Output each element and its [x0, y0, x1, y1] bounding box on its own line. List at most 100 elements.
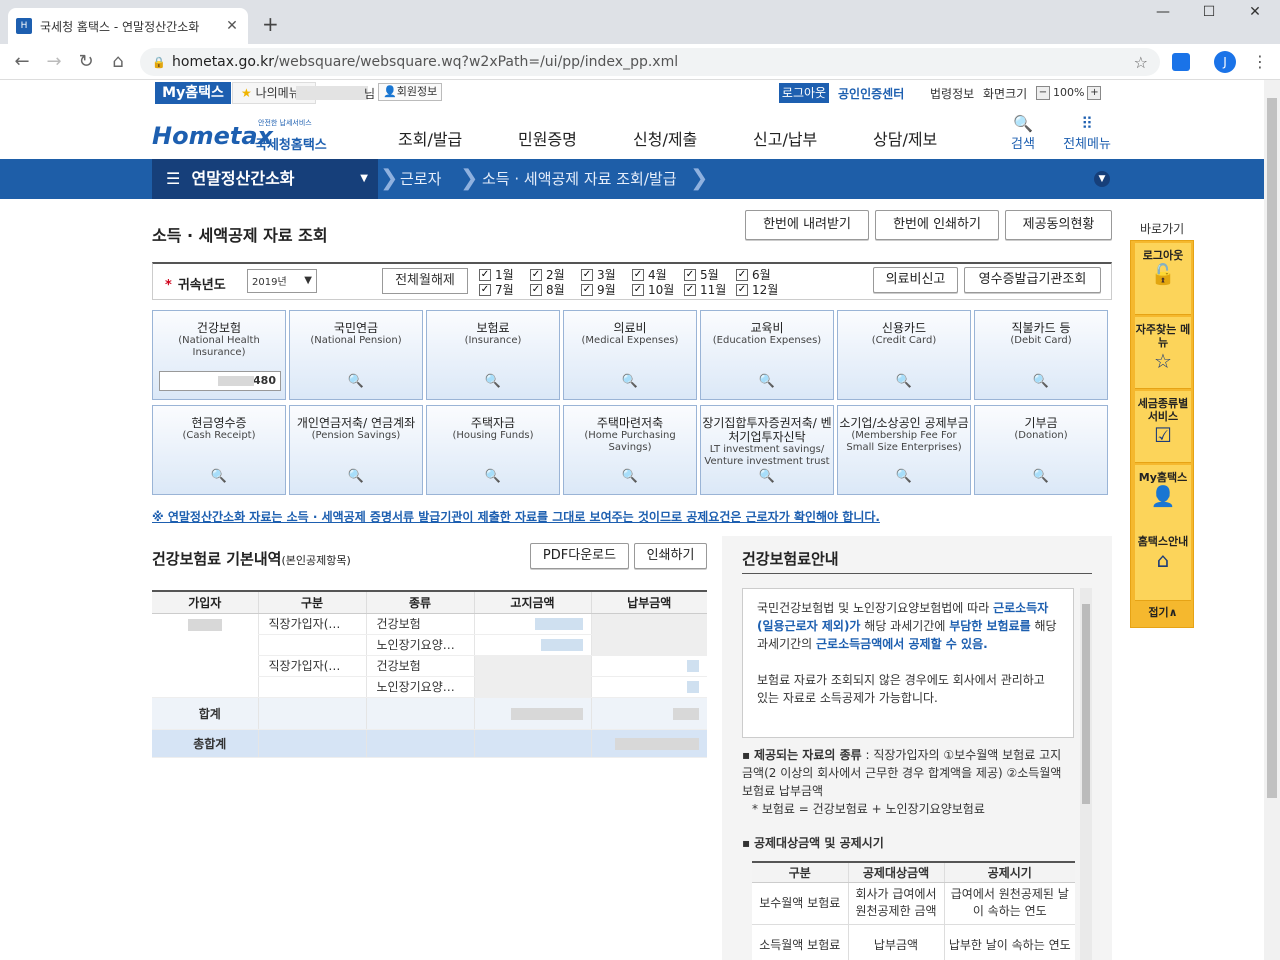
reload-icon[interactable]: ↻: [74, 50, 98, 74]
profile-avatar[interactable]: J: [1214, 51, 1236, 73]
magnifier-icon[interactable]: 🔍: [701, 469, 833, 484]
checkbox-checked-icon[interactable]: ✓: [479, 283, 491, 296]
consent-status-button[interactable]: 제공동의현황: [1005, 210, 1112, 240]
magnifier-icon[interactable]: 🔍: [975, 469, 1107, 484]
deduction-tile[interactable]: 주택마련저축 (Home Purchasing Savings) 🔍: [563, 405, 697, 495]
print-all-button[interactable]: 한번에 인쇄하기: [875, 210, 999, 240]
bookmark-star-icon[interactable]: ☆: [1134, 53, 1148, 72]
month-checkbox[interactable]: ✓ 9월: [581, 281, 616, 298]
magnifier-icon[interactable]: 🔍: [838, 469, 970, 484]
deduction-tile[interactable]: 현금영수증 (Cash Receipt) 🔍: [152, 405, 286, 495]
month-checkbox[interactable]: ✓ 11월: [684, 281, 726, 298]
quick-item-logout[interactable]: 로그아웃 🔓: [1135, 243, 1191, 315]
deduction-tile[interactable]: 개인연금저축/ 연금계좌 (Pension Savings) 🔍: [289, 405, 423, 495]
extension-icon[interactable]: [1172, 53, 1190, 71]
print-button[interactable]: 인쇄하기: [634, 543, 707, 569]
checkbox-checked-icon[interactable]: ✓: [581, 283, 593, 296]
browser-tab[interactable]: H 국세청 홈택스 - 연말정산간소화 ✕: [8, 8, 248, 44]
deduction-tile[interactable]: 교육비 (Education Expenses) 🔍: [700, 310, 834, 400]
zoom-in-button[interactable]: +: [1087, 86, 1102, 100]
deduction-tile[interactable]: 의료비 (Medical Expenses) 🔍: [563, 310, 697, 400]
checkbox-checked-icon[interactable]: ✓: [736, 283, 748, 296]
close-tab-icon[interactable]: ✕: [224, 18, 240, 34]
checkbox-checked-icon[interactable]: ✓: [684, 268, 696, 281]
url-field[interactable]: 🔒 hometax.go.kr/websquare/websquare.wq?w…: [140, 48, 1160, 76]
home-icon[interactable]: ⌂: [106, 50, 130, 74]
forward-icon[interactable]: →: [42, 50, 66, 74]
quick-item-guide[interactable]: 홈택스안내 ⌂: [1135, 529, 1191, 601]
checkbox-checked-icon[interactable]: ✓: [530, 268, 542, 281]
pdf-download-button[interactable]: PDF다운로드: [530, 543, 629, 569]
cert-center-link[interactable]: 공인인증센터: [838, 85, 904, 102]
month-checkbox[interactable]: ✓ 12월: [736, 281, 778, 298]
deduction-tile[interactable]: 건강보험 (National Health Insurance) 480: [152, 310, 286, 400]
magnifier-icon[interactable]: 🔍: [427, 374, 559, 389]
checkbox-checked-icon[interactable]: ✓: [684, 283, 696, 296]
section-menu[interactable]: ☰ 연말정산간소화 ▼: [152, 159, 378, 199]
law-info-link[interactable]: 법령정보: [930, 85, 974, 102]
fold-button[interactable]: 접기∧: [1135, 601, 1191, 625]
breadcrumb-current[interactable]: 소득 · 세액공제 자료 조회/발급: [482, 159, 677, 199]
gnb-item-application[interactable]: 신청/제출: [633, 126, 697, 150]
maximize-icon[interactable]: ☐: [1186, 4, 1232, 28]
magnifier-icon[interactable]: 🔍: [153, 469, 285, 484]
month-checkbox[interactable]: ✓ 10월: [632, 281, 674, 298]
quick-item-favorites[interactable]: 자주찾는 메뉴 ☆: [1135, 317, 1191, 389]
scroll-thumb[interactable]: [1267, 98, 1277, 798]
deduction-tile[interactable]: 주택자금 (Housing Funds) 🔍: [426, 405, 560, 495]
magnifier-icon[interactable]: 🔍: [701, 374, 833, 389]
magnifier-icon[interactable]: 🔍: [564, 469, 696, 484]
user-name-masked: [296, 86, 368, 100]
month-checkbox[interactable]: ✓ 8월: [530, 281, 565, 298]
checkbox-checked-icon[interactable]: ✓: [530, 283, 542, 296]
year-select[interactable]: 2019년 ▼: [247, 269, 317, 293]
magnifier-icon[interactable]: 🔍: [427, 469, 559, 484]
expand-icon[interactable]: ▼: [1094, 171, 1110, 187]
month-checkbox[interactable]: ✓ 7월: [479, 281, 514, 298]
all-menu-button[interactable]: ⠿ 전체메뉴: [1062, 114, 1112, 152]
page-scrollbar[interactable]: [1264, 80, 1280, 960]
magnifier-icon[interactable]: 🔍: [838, 374, 970, 389]
deduction-tile[interactable]: 직불카드 등 (Debit Card) 🔍: [974, 310, 1108, 400]
checkbox-checked-icon[interactable]: ✓: [632, 283, 644, 296]
breadcrumb-worker[interactable]: 근로자: [400, 159, 441, 199]
search-button[interactable]: 🔍 검색: [998, 114, 1048, 152]
quick-item-my-hometax[interactable]: My홈택스 👤: [1135, 465, 1191, 537]
scroll-thumb[interactable]: [1082, 604, 1090, 804]
quick-item-tax-services[interactable]: 세금종류별 서비스 ☑: [1135, 391, 1191, 463]
member-info-button[interactable]: 👤회원정보: [378, 83, 443, 101]
checkbox-checked-icon[interactable]: ✓: [632, 268, 644, 281]
checkbox-checked-icon[interactable]: ✓: [581, 268, 593, 281]
deduction-tile[interactable]: 기부금 (Donation) 🔍: [974, 405, 1108, 495]
checkbox-checked-icon[interactable]: ✓: [736, 268, 748, 281]
magnifier-icon[interactable]: 🔍: [290, 469, 422, 484]
gnb-item-certificate[interactable]: 민원증명: [518, 126, 577, 150]
checkbox-checked-icon[interactable]: ✓: [479, 268, 491, 281]
deduction-tile[interactable]: 신용카드 (Credit Card) 🔍: [837, 310, 971, 400]
deduction-tile[interactable]: 소기업/소상공인 공제부금 (Membership Fee For Small S…: [837, 405, 971, 495]
clear-all-months-button[interactable]: 전체월해제: [382, 268, 468, 294]
logout-button[interactable]: 로그아웃: [779, 83, 829, 103]
gnb-item-consult[interactable]: 상담/제보: [873, 126, 937, 150]
gnb-item-inquiry[interactable]: 조회/발급: [398, 126, 462, 150]
new-tab-icon[interactable]: +: [262, 12, 279, 36]
gnb-item-report[interactable]: 신고/납부: [753, 126, 817, 150]
medical-report-button[interactable]: 의료비신고: [873, 267, 958, 293]
guide-scrollbar[interactable]: [1080, 588, 1092, 960]
magnifier-icon[interactable]: 🔍: [290, 374, 422, 389]
browser-menu-icon[interactable]: ⋮: [1252, 52, 1268, 71]
notice-text[interactable]: ※ 연말정산간소화 자료는 소득 · 세액공제 증명서류 발급기관이 제출한 자…: [152, 508, 880, 525]
deduction-tile[interactable]: 보험료 (Insurance) 🔍: [426, 310, 560, 400]
download-all-button[interactable]: 한번에 내려받기: [745, 210, 869, 240]
deduction-tile[interactable]: 장기집합투자증권저축/ 벤처기업투자신탁 LT investment saving…: [700, 405, 834, 495]
receipt-org-button[interactable]: 영수증발급기관조회: [964, 267, 1101, 293]
magnifier-icon[interactable]: 🔍: [975, 374, 1107, 389]
back-icon[interactable]: ←: [10, 50, 34, 74]
magnifier-icon[interactable]: 🔍: [564, 374, 696, 389]
zoom-out-button[interactable]: −: [1036, 86, 1050, 100]
my-hometax-tab[interactable]: My홈택스: [155, 82, 231, 104]
deduction-tile[interactable]: 국민연금 (National Pension) 🔍: [289, 310, 423, 400]
minimize-icon[interactable]: —: [1140, 4, 1186, 28]
hometax-logo[interactable]: 안전한 납세서비스 Hometax 국세청홈택스: [152, 110, 342, 156]
close-window-icon[interactable]: ✕: [1232, 4, 1278, 28]
